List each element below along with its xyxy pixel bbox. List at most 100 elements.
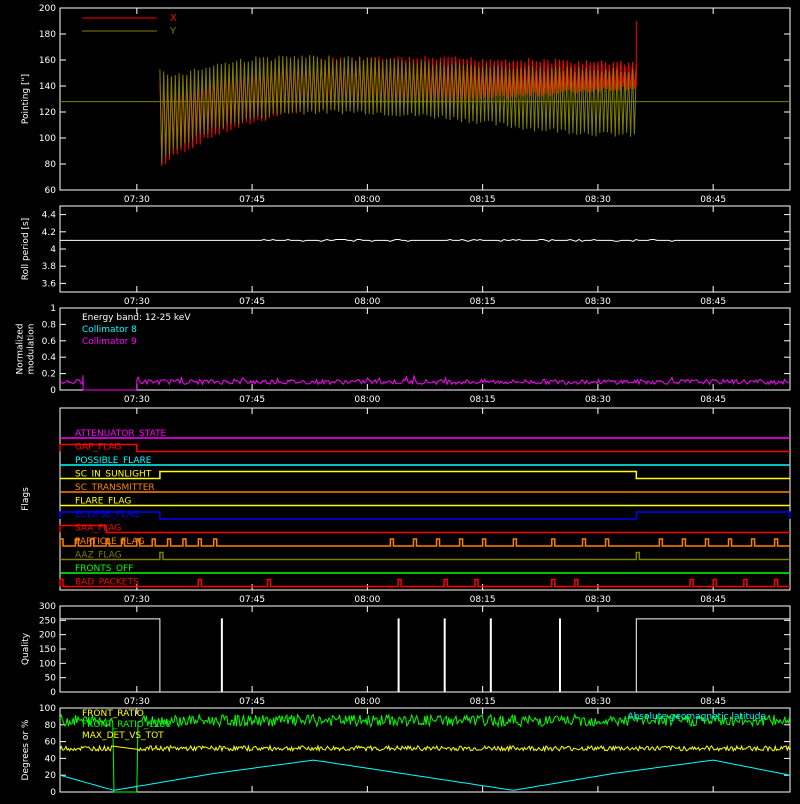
- quality-line: [60, 618, 790, 693]
- y-tick-label: 3.6: [42, 279, 57, 289]
- y-tick-label: 0: [50, 386, 56, 396]
- panel-frame-1: [59, 205, 791, 293]
- time-tick-label: 08:15: [470, 195, 496, 205]
- time-tick-label: 07:45: [239, 297, 265, 307]
- y-axis-label-5: Degrees or %: [21, 719, 31, 780]
- time-tick-label: 08:15: [470, 395, 496, 405]
- legend-label-MAX_DET_VS_TOT: MAX_DET_VS_TOT: [82, 731, 164, 741]
- roll-period-line: [60, 238, 789, 242]
- flag-line-SC_IN_SUNLIGHT: [60, 470, 790, 480]
- legend-label-Collimator 8: Collimator 8: [82, 325, 137, 335]
- y-tick-label: 40: [45, 754, 57, 764]
- y-tick-label: 4: [50, 245, 56, 255]
- y-tick-label: 1: [50, 304, 56, 314]
- y-tick-label: 140: [39, 82, 56, 92]
- time-tick-label: 08:45: [700, 595, 726, 605]
- time-tick-label: 08:15: [470, 297, 496, 307]
- y-axis-label-line: modulation: [27, 324, 37, 375]
- flag-line-BAD_PACKETS: [59, 578, 790, 588]
- time-tick-label: 08:45: [700, 395, 726, 405]
- time-tick-label: 07:45: [239, 195, 265, 205]
- y-tick-label: 0: [50, 688, 56, 698]
- y-tick-label: 100: [39, 134, 56, 144]
- y-tick-label: 60: [45, 186, 57, 196]
- time-tick-label: 08:45: [700, 297, 726, 307]
- geomagnetic-latitude-line: [59, 759, 791, 791]
- y-tick-label: 0.6: [42, 337, 57, 347]
- y-tick-label: 250: [39, 616, 56, 626]
- flag-label-POSSIBLE_FLARE: POSSIBLE_FLARE: [75, 456, 152, 466]
- time-tick-label: 08:30: [585, 697, 611, 707]
- flag-line-AAZ_FLAG: [60, 551, 790, 561]
- y-tick-label: 0: [50, 788, 56, 798]
- flag-label-SC_TRANSMITTER: SC_TRANSMITTER: [75, 483, 155, 493]
- y-tick-label: 200: [39, 631, 56, 641]
- flag-line-SAA_FLAG: [59, 524, 790, 534]
- series-line-Y: [159, 55, 637, 164]
- y-tick-label: 50: [45, 674, 57, 684]
- svg-text:Quality: Quality: [21, 632, 31, 665]
- y-tick-label: 100: [39, 659, 56, 669]
- flag-line-ECLIPSE_FLAG: [59, 511, 791, 520]
- svg-text:Degrees or %: Degrees or %: [21, 719, 31, 780]
- time-tick-label: 08:30: [585, 395, 611, 405]
- time-tick-label: 08:00: [354, 595, 380, 605]
- flag-label-FRONTS_OFF: FRONTS_OFF: [75, 564, 133, 574]
- flag-label-PARTICLE_FLAG: PARTICLE_FLAG: [75, 537, 145, 547]
- legend-label-Collimator 9: Collimator 9: [82, 337, 137, 347]
- time-tick-label: 08:45: [700, 195, 726, 205]
- y-tick-label: 300: [39, 602, 56, 612]
- y-tick-label: 0.8: [42, 320, 57, 330]
- time-tick-label: 08:00: [354, 195, 380, 205]
- y-tick-label: 100: [39, 704, 56, 714]
- energy-band-label: Energy band: 12-25 keV: [82, 313, 191, 323]
- flag-label-FLARE_FLAG: FLARE_FLAG: [75, 497, 131, 507]
- y-axis-label-4: Quality: [21, 632, 31, 665]
- y-tick-label: 160: [39, 56, 56, 66]
- svg-text:Roll period [s]: Roll period [s]: [21, 218, 31, 280]
- legend-label-X: X: [170, 13, 177, 24]
- y-tick-label: 120: [39, 108, 56, 118]
- modulation-line-a: [59, 375, 84, 390]
- y-tick-label: 4.4: [42, 211, 57, 221]
- y-tick-label: 80: [45, 160, 57, 170]
- flag-label-ECLIPSE_FLAG: ECLIPSE_FLAG: [75, 510, 139, 520]
- y-tick-label: 200: [39, 4, 56, 14]
- y-tick-label: 4.2: [42, 228, 56, 238]
- flag-label-GAP_FLAG: GAP_FLAG: [75, 443, 121, 453]
- y-tick-label: 20: [45, 771, 57, 781]
- legend-label-FRONT_RATIO: FRONT_RATIO: [82, 709, 144, 719]
- y-tick-label: 150: [39, 645, 56, 655]
- rhessi-quicklook-plot: 07:30 07:45 08:00 08:15 08:30 08:456080100120…: [16, 4, 791, 798]
- y-tick-label: 180: [39, 30, 56, 40]
- time-tick-label: 08:00: [354, 697, 380, 707]
- time-tick-label: 08:00: [354, 395, 380, 405]
- geomagnetic-latitude-label: Absolute geomagnetic latitude: [627, 712, 766, 722]
- time-tick-label: 07:30: [124, 595, 150, 605]
- flag-label-SAA_FLAG: SAA_FLAG: [75, 524, 121, 534]
- y-axis-label-line: Normalized: [16, 323, 26, 374]
- flag-label-SC_IN_SUNLIGHT: SC_IN_SUNLIGHT: [75, 470, 152, 480]
- y-tick-label: 60: [45, 738, 57, 748]
- time-tick-label: 08:15: [470, 697, 496, 707]
- time-tick-label: 07:45: [239, 595, 265, 605]
- flag-line-PARTICLE_FLAG: [59, 538, 790, 547]
- flag-line-GAP_FLAG: [59, 443, 790, 453]
- flag-label-AAZ_FLAG: AAZ_FLAG: [75, 551, 122, 561]
- flag-label-ATTENUATOR_STATE: ATTENUATOR_STATE: [75, 429, 167, 439]
- time-tick-label: 07:45: [239, 395, 265, 405]
- y-tick-label: 80: [45, 721, 57, 731]
- legend-label-FRONT_RATIO_1250: FRONT_RATIO_1250: [82, 720, 172, 730]
- time-tick-label: 07:30: [124, 195, 150, 205]
- svg-text:Pointing ["]: Pointing ["]: [21, 74, 31, 124]
- y-axis-label-1: Roll period [s]: [21, 218, 31, 280]
- panel-frame-3: [59, 407, 791, 591]
- time-tick-label: 08:30: [585, 195, 611, 205]
- time-tick-label: 08:45: [700, 697, 726, 707]
- y-axis-label-3: Flags: [21, 487, 31, 511]
- max-det-vs-tot-line: [59, 744, 791, 753]
- y-tick-label: 0.4: [42, 353, 57, 363]
- time-tick-label: 08:00: [354, 297, 380, 307]
- time-tick-label: 08:30: [585, 595, 611, 605]
- time-tick-label: 07:30: [124, 297, 150, 307]
